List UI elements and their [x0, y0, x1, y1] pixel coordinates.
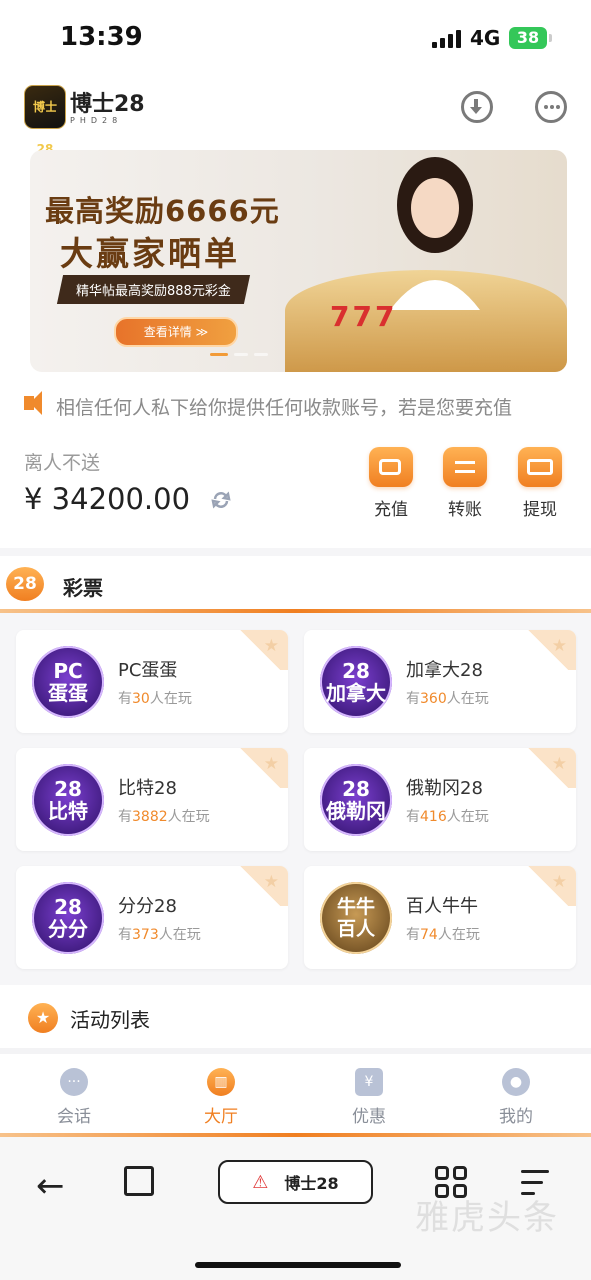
game-card-niuniu[interactable]: ★ 牛牛 百人 百人牛牛 有74人在玩: [304, 866, 576, 969]
game-icon: 28 俄勒冈: [320, 764, 392, 836]
lottery-section-title: 彩票: [63, 576, 103, 600]
balance-amount: ¥ 34200.00: [24, 482, 191, 516]
address-bar[interactable]: ⚠ 博士28: [218, 1160, 373, 1204]
favorite-star-icon[interactable]: ★: [264, 872, 279, 892]
tab-label: 我的: [499, 1107, 533, 1127]
chat-icon[interactable]: [535, 91, 567, 123]
network-type: 4G: [470, 26, 501, 50]
tab-label: 会话: [57, 1107, 91, 1127]
game-name: 俄勒冈28: [406, 778, 483, 799]
activity-list-title[interactable]: 活动列表: [70, 1004, 150, 1033]
tab-chat[interactable]: ··· 会话: [34, 1068, 114, 1127]
speaker-icon: [24, 391, 42, 415]
game-players: 有74人在玩: [406, 927, 480, 943]
player-count: 373: [132, 927, 159, 943]
carousel-dots: [210, 353, 268, 356]
game-name: 比特28: [118, 778, 177, 799]
home-indicator: [195, 1262, 401, 1268]
section-divider: [0, 548, 591, 556]
chat-bubble-icon: ···: [60, 1068, 88, 1096]
card-icon: [518, 447, 562, 487]
brand-name: 博士28: [70, 92, 145, 117]
recharge-button[interactable]: 充值: [361, 447, 421, 520]
back-arrow-icon[interactable]: ←: [36, 1166, 65, 1206]
transfer-button[interactable]: 转账: [435, 447, 495, 520]
lottery-badge-icon: 28: [6, 567, 44, 601]
hall-icon: ▥: [207, 1068, 235, 1096]
favorite-star-icon[interactable]: ★: [552, 872, 567, 892]
refresh-icon[interactable]: [211, 490, 231, 510]
game-name: PC蛋蛋: [118, 660, 178, 681]
wallet-icon: [369, 447, 413, 487]
address-text: 博士28: [284, 1174, 339, 1193]
favorite-star-icon[interactable]: ★: [552, 754, 567, 774]
app-logo: 博士28: [24, 85, 66, 156]
withdraw-label: 提现: [523, 500, 557, 520]
banner-title-1: 最高奖励6666元: [45, 194, 280, 228]
user-icon: ●: [502, 1068, 530, 1096]
tabs-icon[interactable]: [124, 1166, 154, 1196]
person-image: [390, 157, 480, 310]
player-count: 30: [132, 691, 150, 707]
brand-subtitle: PHD28: [70, 116, 123, 125]
user-name: 离人不送: [24, 452, 101, 474]
favorite-star-icon[interactable]: ★: [264, 754, 279, 774]
signal-icon: [432, 30, 461, 48]
game-card-canada28[interactable]: ★ 28 加拿大 加拿大28 有360人在玩: [304, 630, 576, 733]
tab-offers[interactable]: ¥ 优惠: [329, 1068, 409, 1127]
player-count: 360: [420, 691, 447, 707]
game-card-oregon28[interactable]: ★ 28 俄勒冈 俄勒冈28 有416人在玩: [304, 748, 576, 851]
bottom-tab-bar: ··· 会话 ▥ 大厅 ¥ 优惠 ● 我的: [0, 1054, 591, 1135]
slot-machine-text: 777: [330, 300, 398, 333]
game-card-pc-dandan[interactable]: ★ PC 蛋蛋 PC蛋蛋 有30人在玩: [16, 630, 288, 733]
notice-marquee[interactable]: 相信任何人私下给你提供任何收款账号，若是您要充值: [56, 393, 576, 420]
game-players: 有360人在玩: [406, 691, 489, 707]
banner-subtitle: 精华帖最高奖励888元彩金: [56, 275, 250, 304]
transfer-label: 转账: [448, 500, 482, 520]
favorite-star-icon[interactable]: ★: [264, 636, 279, 656]
download-icon[interactable]: [461, 91, 493, 123]
view-details-button[interactable]: 查看详情 ≫: [114, 317, 238, 347]
tab-mine[interactable]: ● 我的: [476, 1068, 556, 1127]
game-icon: PC 蛋蛋: [32, 646, 104, 718]
status-time: 13:39: [60, 22, 143, 52]
game-icon: 28 分分: [32, 882, 104, 954]
game-name: 分分28: [118, 896, 177, 917]
warning-icon: ⚠: [252, 1171, 269, 1193]
tab-label: 大厅: [204, 1107, 238, 1127]
game-players: 有373人在玩: [118, 927, 201, 943]
game-players: 有416人在玩: [406, 809, 489, 825]
star-icon: ★: [28, 1003, 58, 1033]
player-count: 3882: [132, 809, 168, 825]
banner-subtitle-text: 精华帖最高奖励888元彩金: [76, 284, 231, 299]
game-players: 有3882人在玩: [118, 809, 210, 825]
coupon-icon: ¥: [355, 1068, 383, 1096]
promo-banner[interactable]: 最高奖励6666元 大赢家晒单 精华帖最高奖励888元彩金 查看详情 ≫ 777: [30, 150, 567, 372]
battery-icon: 38: [509, 27, 552, 49]
player-count: 416: [420, 809, 447, 825]
game-name: 加拿大28: [406, 660, 483, 681]
watermark: 雅虎头条: [415, 1198, 559, 1238]
game-icon: 28 加拿大: [320, 646, 392, 718]
game-icon: 28 比特: [32, 764, 104, 836]
transfer-icon: [443, 447, 487, 487]
withdraw-button[interactable]: 提现: [510, 447, 570, 520]
game-players: 有30人在玩: [118, 691, 192, 707]
recharge-label: 充值: [374, 500, 408, 520]
game-name: 百人牛牛: [406, 896, 478, 917]
favorite-star-icon[interactable]: ★: [552, 636, 567, 656]
game-icon: 牛牛 百人: [320, 882, 392, 954]
tab-hall[interactable]: ▥ 大厅: [181, 1068, 261, 1127]
game-card-bit28[interactable]: ★ 28 比特 比特28 有3882人在玩: [16, 748, 288, 851]
tab-label: 优惠: [352, 1107, 386, 1127]
game-card-fenfen28[interactable]: ★ 28 分分 分分28 有373人在玩: [16, 866, 288, 969]
player-count: 74: [420, 927, 438, 943]
banner-title-2: 大赢家晒单: [60, 234, 240, 273]
